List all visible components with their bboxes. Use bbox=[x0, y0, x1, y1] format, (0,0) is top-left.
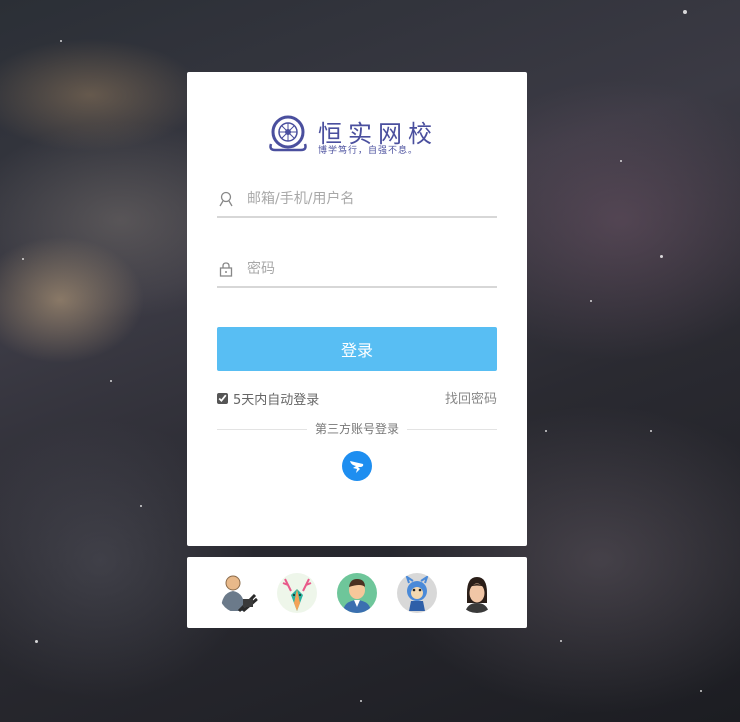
lock-icon bbox=[219, 262, 233, 277]
remember-label: 5天内自动登录 bbox=[233, 392, 320, 408]
username-input[interactable] bbox=[247, 186, 492, 212]
avatar-deer[interactable] bbox=[277, 573, 317, 613]
user-icon bbox=[219, 191, 233, 207]
password-input[interactable] bbox=[247, 256, 492, 282]
divider-line-right bbox=[407, 429, 497, 430]
logo-emblem-icon bbox=[269, 115, 307, 152]
dingtalk-login-button[interactable] bbox=[342, 451, 372, 481]
remember-checkbox[interactable] bbox=[217, 392, 228, 404]
third-party-divider: 第三方账号登录 bbox=[217, 420, 497, 438]
avatar-user-computer[interactable] bbox=[219, 573, 259, 613]
forgot-password-link[interactable]: 找回密码 bbox=[445, 388, 497, 407]
password-field bbox=[217, 252, 497, 288]
avatar-woman[interactable] bbox=[457, 573, 497, 613]
login-button[interactable]: 登录 bbox=[217, 327, 497, 371]
login-panel: 恒实网校 博学笃行，自强不息。 登录 5天内自动登录 找回密码 第三方账号登录 bbox=[187, 72, 527, 546]
username-field bbox=[217, 182, 497, 218]
avatar-cartoon[interactable] bbox=[397, 573, 437, 613]
dingtalk-icon bbox=[350, 461, 364, 473]
logo-slogan: 博学笃行，自强不息。 bbox=[318, 146, 419, 156]
logo: 恒实网校 博学笃行，自强不息。 bbox=[265, 112, 449, 156]
remember-me[interactable]: 5天内自动登录 bbox=[217, 389, 320, 408]
recent-accounts-bar bbox=[187, 557, 527, 628]
avatar-man[interactable] bbox=[337, 573, 377, 613]
